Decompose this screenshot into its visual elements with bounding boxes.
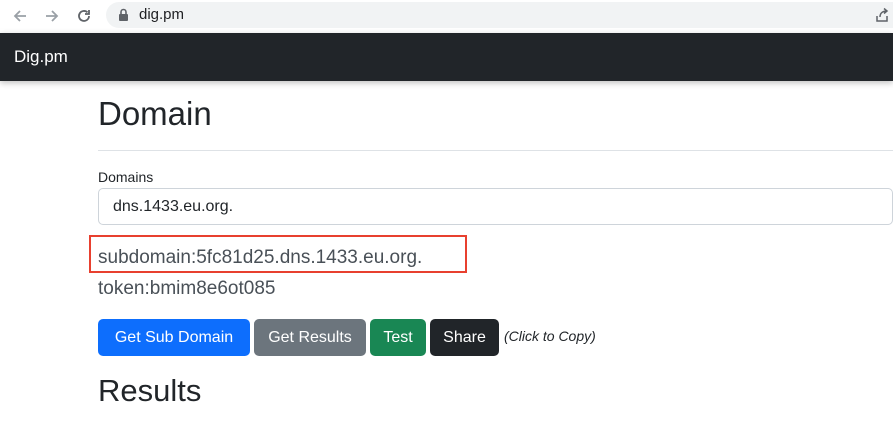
url-text[interactable]: dig.pm	[139, 6, 184, 23]
divider	[98, 150, 893, 151]
domains-label: Domains	[98, 169, 154, 185]
results-title: Results	[98, 373, 202, 408]
test-button[interactable]: Test	[370, 319, 426, 356]
reload-icon[interactable]	[73, 5, 95, 27]
page-title: Domain	[98, 95, 212, 132]
address-bar[interactable]: dig.pm	[106, 2, 893, 28]
share-button[interactable]: Share	[430, 319, 499, 356]
domains-input[interactable]	[98, 188, 893, 225]
brand-link[interactable]: Dig.pm	[14, 47, 68, 67]
get-sub-domain-button[interactable]: Get Sub Domain	[98, 319, 250, 356]
copy-hint: (Click to Copy)	[504, 328, 596, 344]
back-arrow-icon[interactable]	[9, 5, 31, 27]
share-page-icon[interactable]	[874, 7, 890, 28]
browser-toolbar: dig.pm	[0, 0, 893, 33]
get-results-button[interactable]: Get Results	[254, 319, 366, 356]
subdomain-text: subdomain:5fc81d25.dns.1433.eu.org.	[98, 247, 423, 268]
lock-icon	[118, 8, 129, 27]
token-text: token:bmim8e6ot085	[98, 278, 276, 299]
forward-arrow-icon[interactable]	[41, 5, 63, 27]
top-navbar: Dig.pm	[0, 33, 893, 81]
